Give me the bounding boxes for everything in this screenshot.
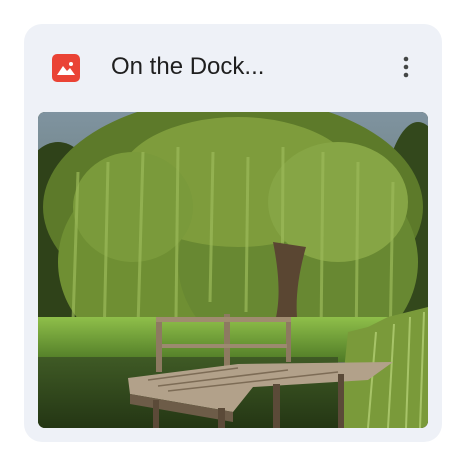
dock-willow-photo [38,112,428,428]
file-card[interactable]: On the Dock... [24,24,442,442]
image-thumbnail[interactable] [38,112,428,428]
image-file-icon [52,54,80,82]
more-vert-icon [403,56,409,78]
file-title[interactable]: On the Dock... [111,51,361,83]
more-options-button[interactable] [388,49,424,85]
